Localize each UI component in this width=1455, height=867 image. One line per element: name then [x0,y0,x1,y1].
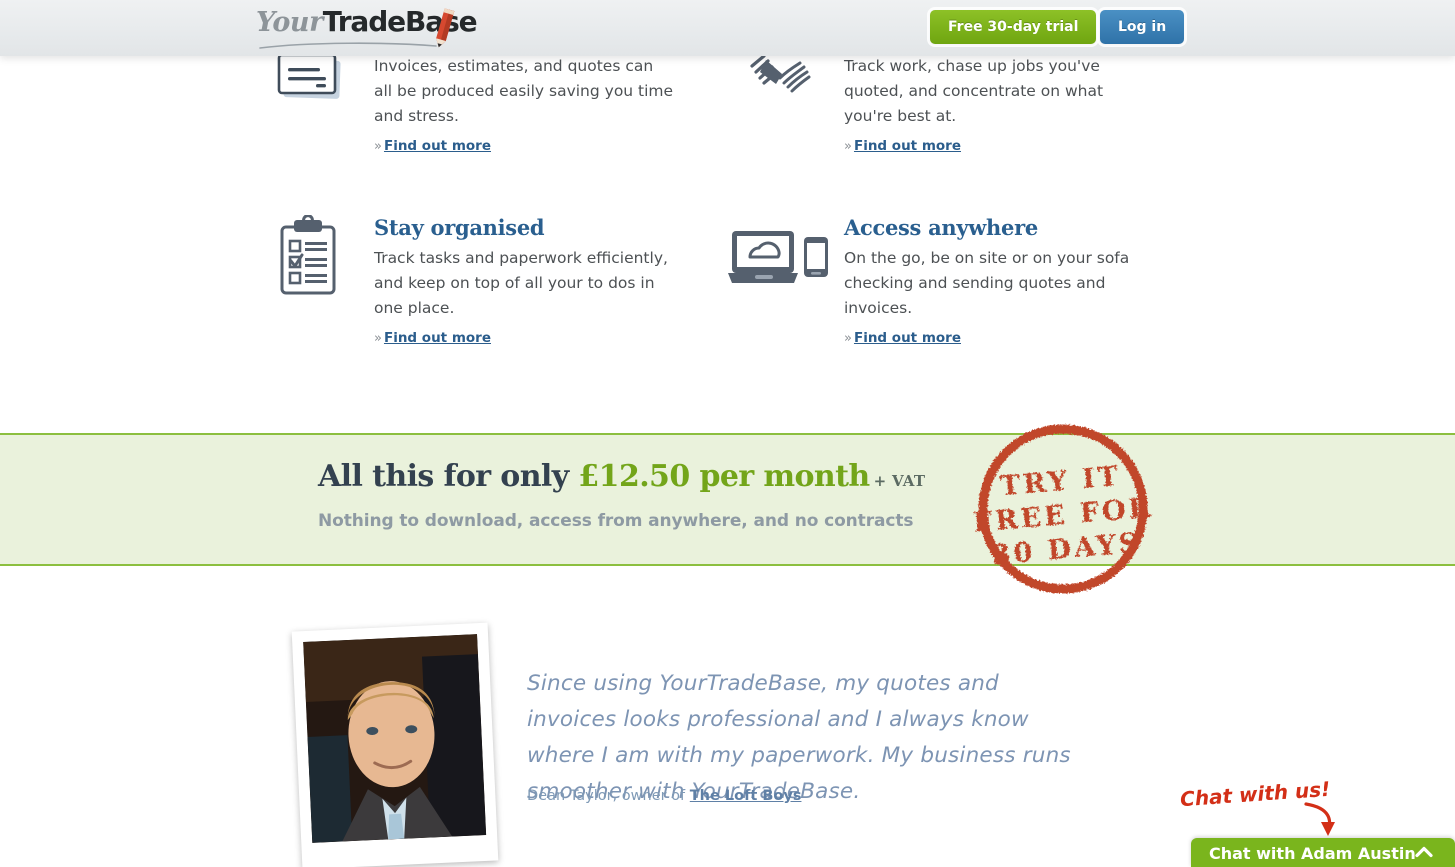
feature-invoices-text: Invoices, estimates, and quotes can all … [374,54,674,154]
feature-track-text: Track work, chase up jobs you've quoted,… [844,54,1144,154]
logo-swoosh [259,42,437,49]
feature-access-anywhere-body: On the go, be on site or on your sofa ch… [844,249,1130,317]
feature-track-body: Track work, chase up jobs you've quoted,… [844,57,1104,125]
pricing-vat: + VAT [873,472,926,490]
site-header: YourTradeBase Free 30-day trial Log in [0,0,1455,56]
login-button[interactable]: Log in [1100,10,1185,44]
feature-stay-organised-findout: » Find out more [374,330,674,346]
pencil-icon [436,8,455,48]
feature-access-anywhere-text: Access anywhere On the go, be on site or… [844,215,1144,346]
pricing-amount: £12.50 per month [578,459,870,494]
feature-track-findout: » Find out more [844,138,1144,154]
chat-bar-label: Chat with Adam Austin [1209,844,1416,863]
feature-stay-organised-body: Track tasks and paperwork efficiently, a… [374,249,668,317]
pricing-lead: All this for only [318,459,569,494]
pricing-subtext: Nothing to download, access from anywher… [318,511,914,531]
chevron-double-right-icon: » [374,331,382,346]
chevron-double-right-icon: » [844,331,852,346]
feature-stay-organised-text: Stay organised Track tasks and paperwork… [374,215,674,346]
clipboard-checklist-icon [272,214,360,295]
testimonial-attribution: Dean Taylor, owner of The Loft Boys [527,788,801,804]
find-out-more-link-invoices[interactable]: Find out more [384,138,491,154]
testimonial-photo-frame [291,622,499,867]
feature-invoices-body: Invoices, estimates, and quotes can all … [374,57,674,125]
curved-arrow-icon [1304,802,1335,836]
feature-access-anywhere-title: Access anywhere [844,215,1038,240]
feature-access-anywhere-findout: » Find out more [844,330,1144,346]
chevron-double-right-icon: » [374,139,382,154]
pricing-banner: All this for only £12.50 per month + VAT … [0,433,1455,566]
page-root: YourTradeBase Free 30-day trial Log in I… [0,0,1455,867]
free-trial-button[interactable]: Free 30-day trial [930,10,1097,44]
chevron-up-icon[interactable] [1415,845,1433,859]
avatar [303,634,487,843]
testimonial-company-link[interactable]: The Loft Boys [690,788,802,804]
chat-call-to-action: Chat with us! [1179,777,1350,838]
feature-invoices-findout: » Find out more [374,138,674,154]
chat-bar[interactable]: Chat with Adam Austin [1191,838,1455,867]
find-out-more-link-stay-organised[interactable]: Find out more [384,330,491,346]
chevron-double-right-icon: » [844,139,852,154]
find-out-more-link-track[interactable]: Find out more [854,138,961,154]
find-out-more-link-access-anywhere[interactable]: Find out more [854,330,961,346]
testimonial-author: Dean Taylor, owner of [527,788,690,804]
try-it-free-stamp: TRY IT FREE FOR 30 DAYS [972,424,1154,594]
feature-stay-organised-title: Stay organised [374,215,545,240]
pricing-headline: All this for only £12.50 per month + VAT [318,459,925,494]
logo[interactable]: YourTradeBase [256,5,478,51]
logo-text-your: Your [256,7,323,38]
laptop-cloud-phone-icon [728,215,832,295]
chat-call-to-action-label: Chat with us! [1179,776,1331,812]
